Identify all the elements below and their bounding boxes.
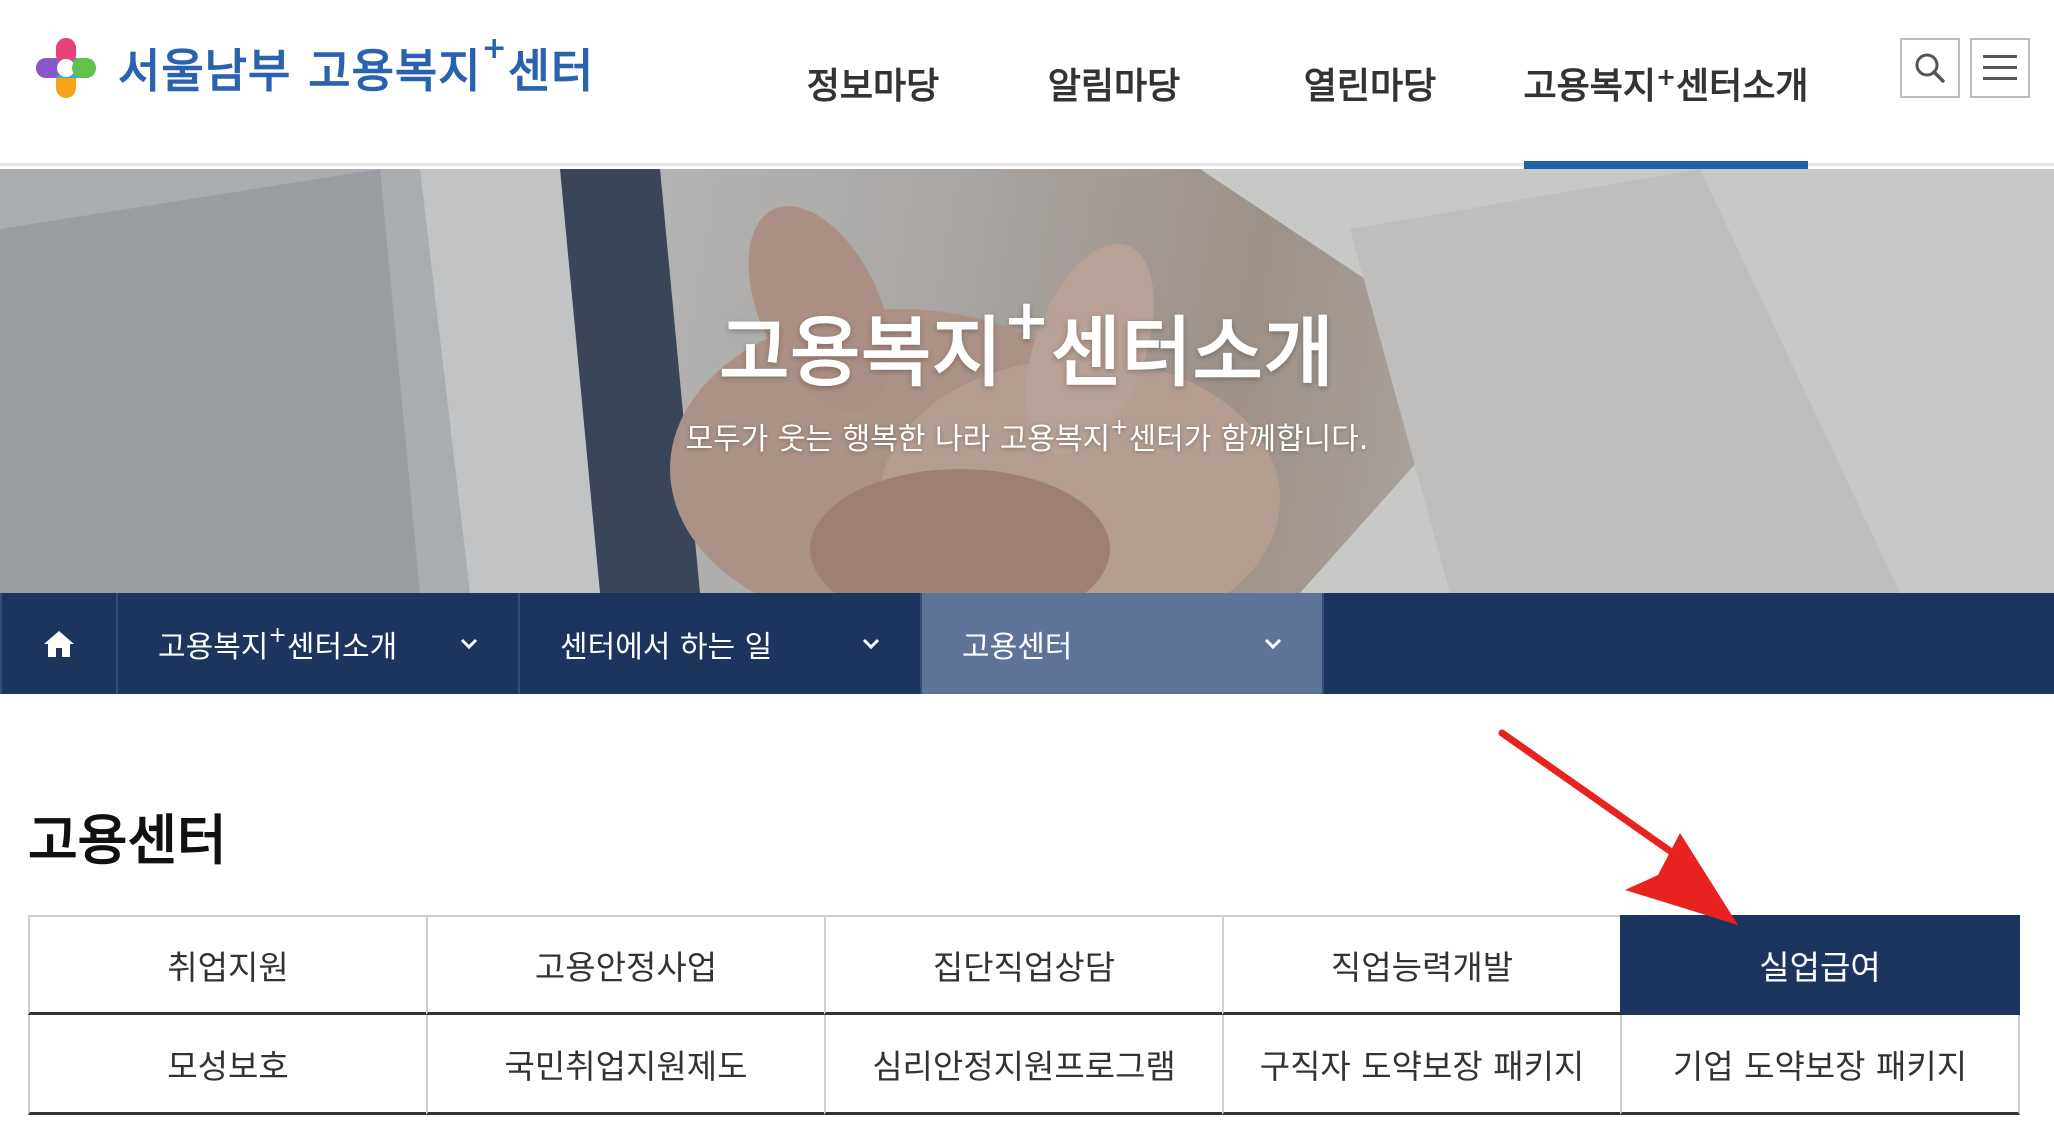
main-navigation: 정보마당 알림마당 열린마당 고용복지 + 센터소개	[760, 0, 1834, 169]
breadcrumb-center-intro[interactable]: 고용복지+센터소개	[118, 593, 520, 694]
tab-national-employment-support[interactable]: 국민취업지원제도	[426, 1015, 826, 1115]
hero-title: 고용복지+센터소개	[719, 287, 1335, 397]
page-title: 고용센터	[28, 809, 227, 872]
sub-tabs: 취업지원 고용안정사업 집단직업상담 직업능력개발 실업급여 모성보호 국민취업…	[28, 915, 2028, 1115]
breadcrumb-home[interactable]	[0, 593, 118, 694]
breadcrumb-label: 고용복지+센터소개	[158, 622, 398, 665]
hero-banner: 고용복지+센터소개 모두가 웃는 행복한 나라 고용복지+센터가 함께합니다.	[0, 169, 2054, 593]
tab-employment-stability[interactable]: 고용안정사업	[426, 915, 826, 1015]
logo-text: 서울남부 고용복지+센터	[118, 31, 595, 98]
tab-group-counseling[interactable]: 집단직업상담	[824, 915, 1224, 1015]
tab-maternity-protection[interactable]: 모성보호	[28, 1015, 428, 1115]
tab-jobseeker-package[interactable]: 구직자 도약보장 패키지	[1222, 1015, 1622, 1115]
nav-info-plaza[interactable]: 정보마당	[760, 0, 986, 166]
breadcrumb: 고용복지+센터소개 센터에서 하는 일 고용센터	[0, 593, 2054, 694]
nav-open-plaza[interactable]: 열린마당	[1242, 0, 1498, 166]
hamburger-menu-icon	[1983, 55, 2017, 80]
tab-row-2: 모성보호 국민취업지원제도 심리안정지원프로그램 구직자 도약보장 패키지 기업…	[28, 1015, 2028, 1115]
logo-cross-icon	[36, 38, 96, 98]
annotation-arrow-icon	[1498, 729, 1738, 925]
breadcrumb-label: 센터에서 하는 일	[560, 629, 773, 665]
site-logo[interactable]: 서울남부 고용복지+센터	[26, 28, 594, 108]
hero-subtitle: 모두가 웃는 행복한 나라 고용복지+센터가 함께합니다.	[685, 415, 1369, 457]
tab-job-support[interactable]: 취업지원	[28, 915, 428, 1015]
nav-notice-plaza[interactable]: 알림마당	[986, 0, 1242, 166]
chevron-down-icon	[460, 638, 478, 649]
chevron-down-icon	[862, 638, 880, 649]
chevron-down-icon	[1264, 638, 1282, 649]
menu-button[interactable]	[1970, 38, 2030, 98]
tab-psychological-support[interactable]: 심리안정지원프로그램	[824, 1015, 1224, 1115]
breadcrumb-label: 고용센터	[962, 629, 1073, 665]
tab-enterprise-package[interactable]: 기업 도약보장 패키지	[1620, 1015, 2020, 1115]
breadcrumb-employment-center[interactable]: 고용센터	[922, 593, 1324, 694]
home-icon	[44, 630, 74, 657]
search-button[interactable]	[1900, 38, 1960, 98]
search-icon	[1915, 53, 1945, 83]
site-header: 서울남부 고용복지+센터 정보마당 알림마당 열린마당 고용복지 + 센터소개	[0, 0, 2054, 169]
nav-center-intro[interactable]: 고용복지 + 센터소개	[1498, 0, 1834, 169]
breadcrumb-center-work[interactable]: 센터에서 하는 일	[520, 593, 922, 694]
